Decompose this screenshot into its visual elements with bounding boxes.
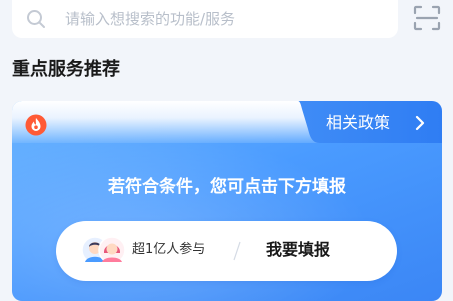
related-policy-label: 相关政策 xyxy=(326,113,391,132)
scan-icon[interactable] xyxy=(413,5,441,31)
search-input-placeholder[interactable]: 请输入想搜索的功能/服务 xyxy=(65,9,235,29)
participants-count-text: 超1亿人参与 xyxy=(132,242,206,257)
search-bar[interactable]: 请输入想搜索的功能/服务 xyxy=(12,0,398,38)
search-icon xyxy=(27,10,45,28)
flame-badge-icon xyxy=(25,114,47,136)
related-policy-tab[interactable]: 相关政策 xyxy=(298,101,442,143)
fill-report-button[interactable]: 超1亿人参与 我要填报 xyxy=(56,221,397,281)
fill-report-label: 我要填报 xyxy=(266,240,331,259)
chevron-right-icon xyxy=(415,115,425,131)
participants-avatar-icon xyxy=(81,236,126,264)
pill-divider xyxy=(233,241,241,261)
card-headline: 若符合条件，您可点击下方填报 xyxy=(108,177,346,197)
section-title: 重点服务推荐 xyxy=(12,59,120,80)
service-card: 相关政策 若符合条件，您可点击下方填报 超1亿人参与 我要填报 xyxy=(12,101,442,301)
